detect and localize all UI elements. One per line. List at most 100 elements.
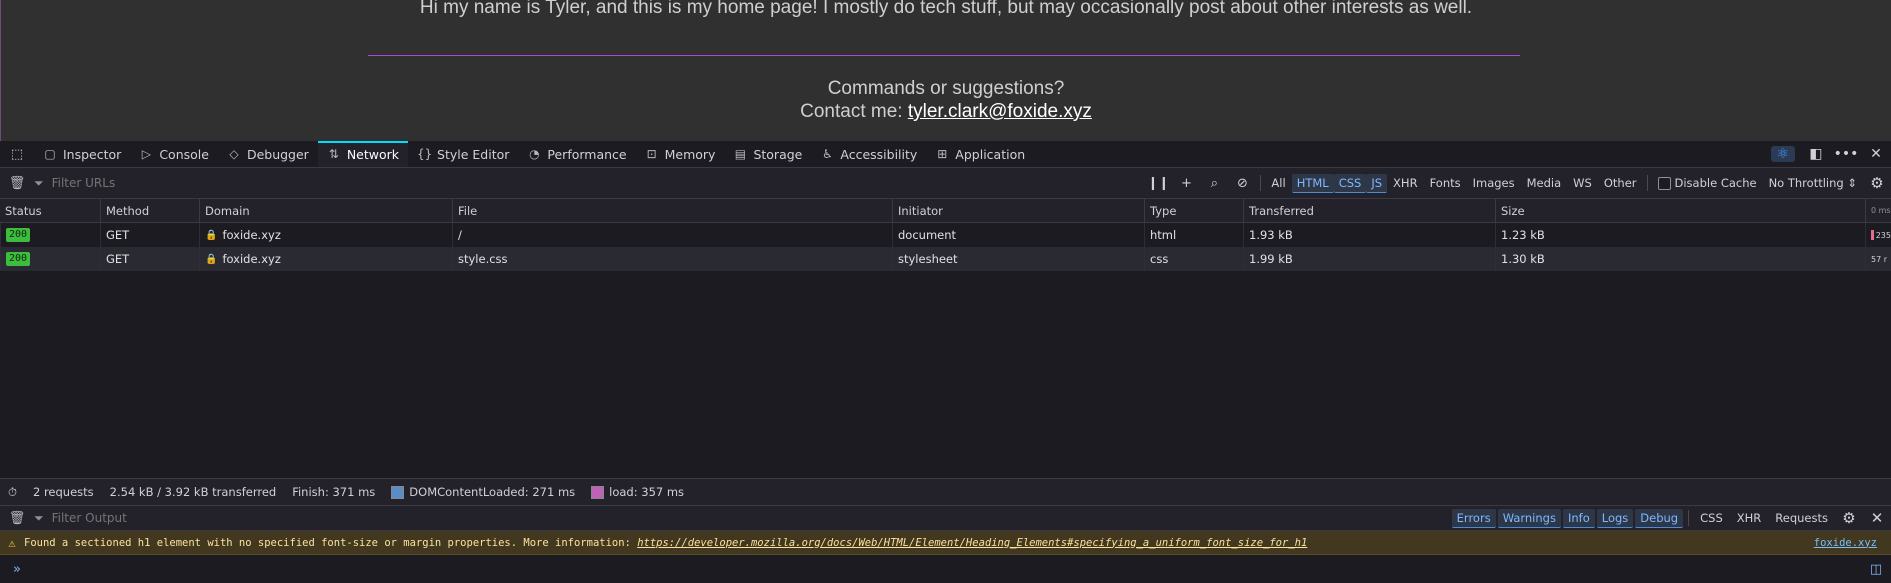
column-method[interactable]: Method (100, 199, 199, 222)
level-logs-button[interactable]: Logs (1596, 508, 1634, 528)
clear-console-icon[interactable]: 🗑 (0, 511, 34, 526)
column-transferred[interactable]: Transferred (1243, 199, 1495, 222)
level-info-button[interactable]: Info (1562, 508, 1595, 528)
type-filter-ws[interactable]: WS (1567, 176, 1598, 190)
type-filter-fonts[interactable]: Fonts (1424, 176, 1467, 190)
network-toolbar: 🗑 ⏷ ❙❙ + ⌕ ⊘ All HTML CSS JS XHR Fonts I… (0, 168, 1891, 199)
tab-network[interactable]: ⇅ Network (317, 141, 409, 167)
file-cell: / (452, 223, 892, 247)
disable-cache-checkbox[interactable] (1657, 176, 1671, 190)
tab-accessibility[interactable]: ♿ Accessibility (811, 141, 926, 167)
type-filter-html[interactable]: HTML (1291, 173, 1334, 193)
disable-cache-toggle[interactable]: Disable Cache (1652, 176, 1763, 190)
initiator-cell: document (892, 223, 1144, 247)
block-icon[interactable]: ⊘ (1228, 176, 1256, 191)
search-icon[interactable]: ⌕ (1200, 176, 1228, 191)
element-picker-icon[interactable]: ⬚ (0, 141, 34, 167)
devtools-toolbar: ⬚ ▢ Inspector ▷ Console ◇ Debugger ⇅ Network… (0, 141, 1891, 168)
column-status[interactable]: Status (0, 199, 100, 222)
filter-icon: ⏷ (34, 510, 44, 525)
summary-requests: 2 requests (32, 485, 94, 499)
filter-requests-button[interactable]: Requests (1768, 511, 1835, 525)
column-size[interactable]: Size (1495, 199, 1865, 222)
more-options-icon[interactable]: ••• (1831, 146, 1861, 162)
column-waterfall[interactable]: 0 ms (1865, 199, 1891, 222)
status-cell: 200 (0, 247, 100, 271)
close-icon[interactable]: ✕ (1861, 146, 1891, 162)
accessibility-icon: ♿ (821, 147, 833, 161)
style-editor-icon: {} (417, 147, 433, 161)
domcontentloaded-text: DOMContentLoaded: 271 ms (409, 485, 576, 499)
tab-console[interactable]: ▷ Console (130, 141, 218, 167)
performance-analysis-icon[interactable]: ⏱ (0, 485, 25, 500)
table-row[interactable]: 200 GET 🔒 foxide.xyz / document html 1.93… (0, 223, 1891, 247)
tab-application[interactable]: ⊞ Application (926, 141, 1034, 167)
filter-urls-input[interactable] (49, 175, 454, 191)
network-settings-gear-icon[interactable]: ⚙ (1863, 174, 1891, 192)
level-errors-button[interactable]: Errors (1451, 508, 1496, 528)
waterfall-timing: 235 (1875, 230, 1891, 240)
load-swatch (591, 485, 605, 499)
page-viewport: Hi my name is Tyler, and this is my home… (0, 0, 1891, 141)
storage-icon: ▤ (734, 147, 747, 161)
table-row[interactable]: 200 GET 🔒 foxide.xyz style.css stylesheet… (0, 247, 1891, 271)
clear-requests-icon[interactable]: 🗑 (0, 176, 34, 191)
updown-icon: ⇕ (1847, 176, 1857, 190)
type-filter-css[interactable]: CSS (1333, 173, 1367, 193)
summary-finish: Finish: 371 ms (292, 485, 376, 499)
filter-xhr-button[interactable]: XHR (1730, 511, 1769, 525)
throttling-select[interactable]: No Throttling ⇕ (1763, 176, 1863, 190)
tab-style-editor[interactable]: {} Style Editor (408, 141, 518, 167)
type-filter-all[interactable]: All (1265, 176, 1291, 190)
console-input-line[interactable]: » ◫ (0, 555, 1891, 583)
console-icon: ▷ (141, 147, 151, 161)
tab-label: Style Editor (437, 146, 510, 162)
type-filter-xhr[interactable]: XHR (1387, 176, 1424, 190)
tab-debugger[interactable]: ◇ Debugger (218, 141, 318, 167)
type-filter-other[interactable]: Other (1598, 176, 1643, 190)
console-settings-gear-icon[interactable]: ⚙ (1835, 509, 1863, 527)
react-devtools-icon[interactable]: ⚛ (1771, 146, 1795, 162)
contact-line: Contact me: tyler.clark@foxide.xyz (1, 100, 1891, 123)
column-type[interactable]: Type (1144, 199, 1243, 222)
tab-label: Accessibility (840, 146, 918, 162)
tab-inspector[interactable]: ▢ Inspector (34, 141, 130, 167)
status-badge: 200 (6, 252, 31, 266)
commands-text: Commands or suggestions? (827, 78, 1065, 99)
level-warnings-button[interactable]: Warnings (1497, 508, 1561, 528)
type-filter-images[interactable]: Images (1467, 176, 1521, 190)
warning-icon: ⚠ (8, 535, 16, 550)
method-cell: GET (100, 247, 199, 271)
type-cell: css (1144, 247, 1243, 271)
column-domain[interactable]: Domain (199, 199, 452, 222)
network-icon: ⇅ (328, 147, 339, 161)
add-request-icon[interactable]: + (1172, 176, 1200, 191)
close-split-console-icon[interactable]: ✕ (1863, 509, 1891, 527)
filter-icon: ⏷ (34, 175, 44, 190)
status-badge: 200 (6, 228, 31, 242)
tab-memory[interactable]: ⊡ Memory (636, 141, 725, 167)
editor-mode-icon[interactable]: ◫ (1861, 562, 1891, 577)
tab-storage[interactable]: ▤ Storage (724, 141, 811, 167)
network-summary-bar: ⏱ 2 requests 2.54 kB / 3.92 kB transferr… (0, 478, 1891, 505)
transferred-cell: 1.93 kB (1243, 223, 1495, 247)
contact-email-link[interactable]: tyler.clark@foxide.xyz (908, 101, 1092, 122)
filter-css-button[interactable]: CSS (1693, 511, 1730, 525)
memory-icon: ⊡ (646, 147, 657, 161)
column-file[interactable]: File (452, 199, 892, 222)
separator (1688, 510, 1690, 526)
size-cell: 1.23 kB (1495, 223, 1865, 247)
type-filter-media[interactable]: Media (1521, 176, 1568, 190)
request-table-header: Status Method Domain File Initiator Type… (0, 199, 1891, 223)
dock-side-icon[interactable]: ◧ (1801, 146, 1831, 162)
warning-link[interactable]: https://developer.mozilla.org/docs/Web/H… (637, 537, 1307, 549)
column-initiator[interactable]: Initiator (892, 199, 1144, 222)
level-debug-button[interactable]: Debug (1635, 508, 1684, 528)
type-filter-js[interactable]: JS (1366, 173, 1388, 193)
filter-output-input[interactable] (49, 510, 354, 526)
pause-icon[interactable]: ❙❙ (1144, 176, 1172, 191)
warning-source-link[interactable]: foxide.xyz (1814, 537, 1891, 549)
tab-performance[interactable]: ◔ Performance (518, 141, 635, 167)
request-list: 200 GET 🔒 foxide.xyz / document html 1.93… (0, 223, 1891, 271)
waterfall-timing: 57 r (1871, 254, 1888, 264)
